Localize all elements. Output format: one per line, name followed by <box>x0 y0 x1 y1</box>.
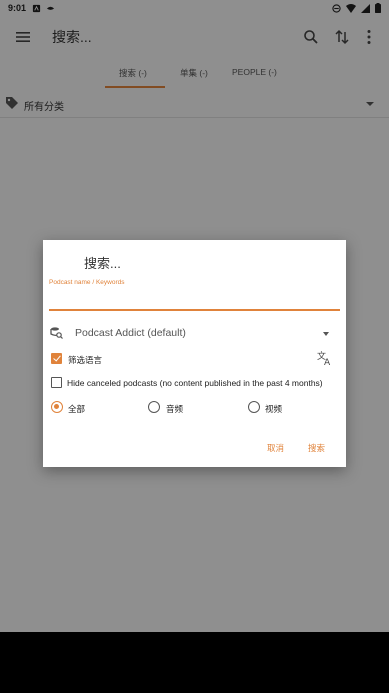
keywords-field-label: Podcast name / Keywords <box>49 279 125 286</box>
radio-video[interactable] <box>248 401 260 413</box>
source-dropdown-arrow-icon[interactable] <box>323 332 329 336</box>
search-dialog: 搜索... Podcast name / Keywords Podcast Ad… <box>43 240 346 467</box>
navigation-bar <box>0 632 389 693</box>
search-source-select[interactable]: Podcast Addict (default) <box>75 327 186 339</box>
keywords-input-underline[interactable] <box>49 309 340 311</box>
hide-canceled-label: Hide canceled podcasts (no content publi… <box>67 378 323 388</box>
radio-video-label: 视频 <box>265 404 283 414</box>
search-engine-icon <box>50 327 63 339</box>
radio-audio-label: 音频 <box>166 404 184 414</box>
search-button[interactable]: 搜索 <box>308 442 325 454</box>
radio-all-label: 全部 <box>68 404 86 414</box>
radio-audio[interactable] <box>148 401 160 413</box>
translate-icon[interactable]: 文A <box>317 350 333 366</box>
radio-all[interactable] <box>51 401 63 413</box>
cancel-button[interactable]: 取消 <box>267 442 284 454</box>
filter-language-label: 筛选语言 <box>68 355 103 365</box>
app-screen: 9:01 搜索... 搜索 (-) 单集 (-) PEOPLE (-) 所有分类… <box>0 0 389 632</box>
search-hint[interactable]: 搜索... <box>84 253 121 272</box>
svg-text:A: A <box>324 358 331 366</box>
hide-canceled-checkbox[interactable] <box>51 377 62 388</box>
filter-language-checkbox[interactable] <box>51 353 62 364</box>
